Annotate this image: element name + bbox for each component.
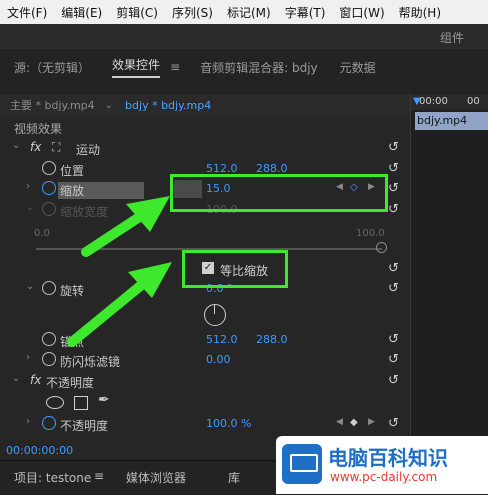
callout-arrows	[67, 196, 172, 347]
arrow-to-scale	[81, 196, 170, 257]
arrow-to-uniform-scale	[67, 262, 172, 347]
watermark-logo: 电脑百科知识 www.pc-daily.com	[276, 436, 488, 494]
screen-glyph-icon	[290, 454, 318, 472]
watermark-url: www.pc-daily.com	[330, 470, 438, 484]
watermark-title: 电脑百科知识	[328, 446, 448, 470]
